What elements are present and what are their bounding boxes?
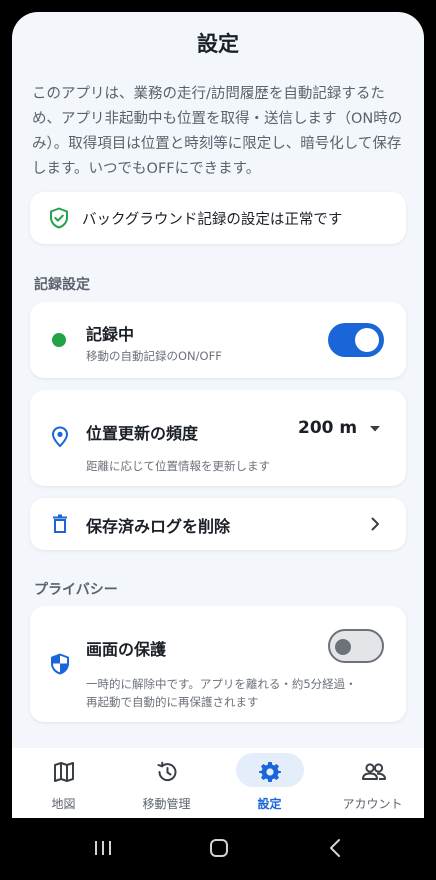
- screen-protect-subtitle-line1: 一時的に解除中です。アプリを離れる・約5分経過・: [86, 677, 357, 691]
- nav-label-account: アカウント: [342, 797, 403, 811]
- chevron-right-icon: [368, 516, 382, 532]
- recent-apps-icon[interactable]: [92, 837, 114, 859]
- background-status-text: バックグラウンド記録の設定は正常です: [82, 212, 343, 228]
- bottom-navigation: 地図 移動管理 設定 アカウント: [12, 748, 424, 818]
- nav-label-settings: 設定: [257, 797, 282, 811]
- nav-item-settings[interactable]: 設定: [218, 748, 321, 818]
- back-icon[interactable]: [324, 836, 346, 860]
- header: 設定: [12, 12, 424, 72]
- trash-icon: [51, 513, 69, 535]
- history-icon: [155, 760, 179, 784]
- app-screen: 設定 このアプリは、業務の走行/訪問履歴を自動記録するため、アプリ非起動中も位置…: [12, 12, 424, 818]
- recording-card: 記録中 移動の自動記録のON/OFF: [30, 302, 406, 378]
- recording-subtitle: 移動の自動記録のON/OFF: [86, 349, 222, 363]
- privacy-label: プライバシー: [34, 582, 118, 598]
- frequency-subtitle: 距離に応じて位置情報を更新します: [86, 459, 270, 473]
- record-settings-label: 記録設定: [34, 277, 90, 293]
- recording-title: 記録中: [86, 325, 135, 344]
- delete-logs-button[interactable]: 保存済みログを削除: [30, 498, 406, 550]
- dropdown-arrow-icon[interactable]: [368, 423, 382, 435]
- map-icon: [52, 760, 76, 784]
- frequency-card[interactable]: 位置更新の頻度 200 m 距離に応じて位置情報を更新します: [30, 390, 406, 486]
- frequency-value[interactable]: 200 m: [298, 418, 357, 438]
- toggle-knob: [355, 328, 379, 352]
- intro-text: このアプリは、業務の走行/訪問履歴を自動記録するため、アプリ非起動中も位置を取得…: [32, 86, 403, 177]
- screen-protect-toggle[interactable]: [328, 629, 384, 663]
- screen-protect-title: 画面の保護: [86, 640, 167, 659]
- shield-half-icon: [50, 653, 70, 675]
- nav-item-account[interactable]: アカウント: [321, 748, 424, 818]
- nav-item-history[interactable]: 移動管理: [115, 748, 218, 818]
- location-pin-icon: [50, 426, 70, 448]
- nav-item-map[interactable]: 地図: [12, 748, 115, 818]
- background-status-card: バックグラウンド記録の設定は正常です: [30, 192, 406, 244]
- screen-protect-subtitle-line2: 再起動で自動的に再保護されます: [86, 695, 259, 709]
- phone-frame: 設定 このアプリは、業務の走行/訪問履歴を自動記録するため、アプリ非起動中も位置…: [0, 0, 436, 880]
- frequency-title: 位置更新の頻度: [86, 424, 199, 443]
- screen-protect-card: 画面の保護 一時的に解除中です。アプリを離れる・約5分経過・ 再起動で自動的に再…: [30, 606, 406, 722]
- delete-logs-title: 保存済みログを削除: [86, 517, 231, 536]
- nav-label-map: 地図: [51, 797, 76, 811]
- shield-check-icon: [48, 207, 70, 229]
- gear-icon: [258, 760, 282, 784]
- recording-status-dot: [52, 333, 66, 347]
- people-icon: [361, 760, 386, 784]
- page-title: 設定: [197, 32, 239, 56]
- recording-toggle[interactable]: [328, 323, 384, 357]
- home-icon[interactable]: [207, 836, 231, 860]
- nav-label-history: 移動管理: [142, 797, 191, 811]
- toggle-knob: [335, 639, 351, 655]
- system-navigation-bar: [0, 818, 436, 880]
